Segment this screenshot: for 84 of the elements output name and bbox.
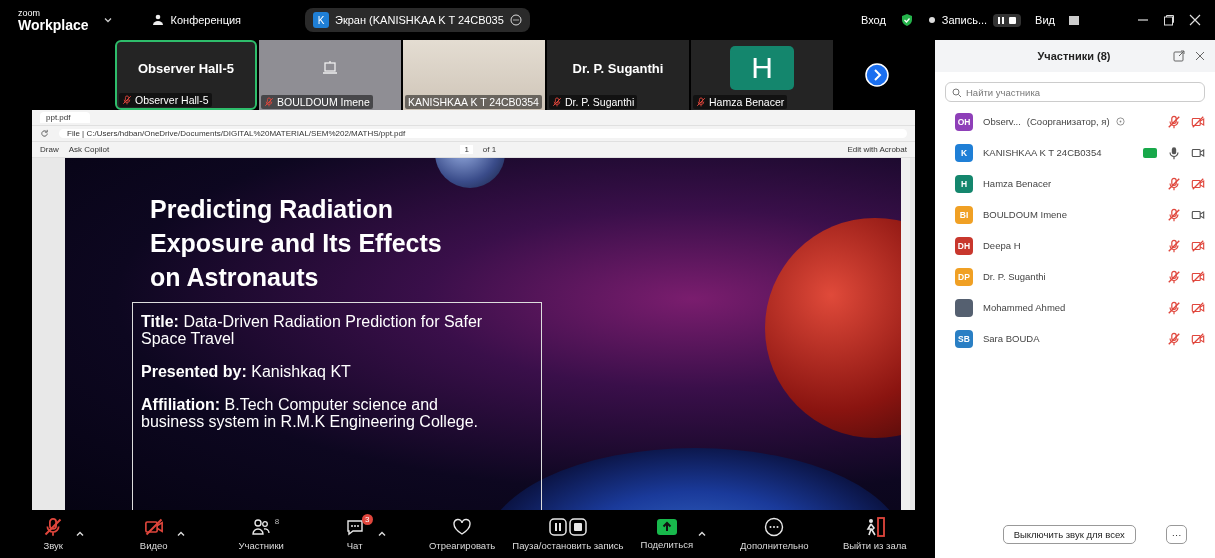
tile-label: BOULDOUM Imene xyxy=(277,96,370,108)
pause-icon[interactable] xyxy=(997,15,1006,25)
reload-icon[interactable] xyxy=(40,129,49,138)
tile-label: Dr. P. Suganthi xyxy=(565,96,635,108)
toolbar-button[interactable]: Отреагировать xyxy=(429,517,496,551)
toolbar-button[interactable]: Выйти из зала xyxy=(842,517,907,551)
toolbar-button[interactable]: 3 Чат xyxy=(336,517,373,551)
toolbar-button[interactable]: Поделиться xyxy=(640,518,694,550)
participant-role: (Соорганизатор, я) xyxy=(1026,116,1110,127)
participant-name: KANISHKAA K T 24CB0354 xyxy=(983,147,1102,158)
video-tile[interactable]: KANISHKAA K T 24CB0354 xyxy=(403,40,545,110)
draw-button[interactable]: Draw xyxy=(40,145,59,154)
muted-mic-icon xyxy=(43,517,64,537)
toolbar-button[interactable]: Дополнительно xyxy=(740,517,809,551)
slide-paragraph: Affiliation: B.Tech Computer science and business system in R.M.K Engineering College. xyxy=(141,396,480,430)
caret-icon[interactable] xyxy=(175,529,186,539)
logo-text: zoom xyxy=(18,8,41,18)
participant-name: Sara BOUDA xyxy=(983,333,1040,344)
video-tile[interactable]: Dr. P. Suganthi Dr. P. Suganthi xyxy=(547,40,689,110)
avatar: H xyxy=(955,174,973,193)
signin-link[interactable]: Вход xyxy=(860,14,886,26)
avatar-photo-placeholder xyxy=(955,298,973,317)
toolbar-button[interactable]: Видео xyxy=(135,517,172,551)
slide-paragraph: Title: Data-Driven Radiation Prediction for Safer Space Travel xyxy=(141,313,484,347)
pause-stop-icon xyxy=(548,517,587,537)
video-off-icon xyxy=(143,517,164,537)
panel-title: Участники (8) xyxy=(1036,50,1112,62)
avatar: OH xyxy=(955,112,973,131)
avatar: SB xyxy=(955,329,973,348)
avatar: DH xyxy=(955,236,973,255)
copilot-button[interactable]: Ask Copilot xyxy=(68,145,110,154)
shield-icon xyxy=(899,13,914,27)
heart-icon xyxy=(452,517,473,537)
avatar: DP xyxy=(955,267,973,286)
view-button[interactable]: Вид xyxy=(1035,14,1055,26)
participant-name: BOULDOUM Imene xyxy=(983,209,1067,220)
participant-name: Observ... xyxy=(983,116,1021,127)
logo-text: Workplace xyxy=(18,17,89,32)
more-icon xyxy=(764,517,785,537)
avatar: BI xyxy=(955,205,973,224)
restore-icon[interactable] xyxy=(1163,14,1175,26)
participant-name: Deepa H xyxy=(983,240,1021,251)
slide-title: Predicting Radiation Exposure and Its Effects on Astronauts xyxy=(150,194,443,293)
video-tile[interactable]: BOULDOUM Imene xyxy=(259,40,401,110)
video-tile[interactable]: H Hamza Benacer xyxy=(691,40,833,110)
caret-icon[interactable] xyxy=(376,529,387,539)
stop-icon[interactable] xyxy=(1008,15,1018,25)
slide-paragraph: Presented by: Kanishkaq KT xyxy=(141,363,352,380)
toolbar-button[interactable]: 8 Участники xyxy=(238,517,284,551)
share-screen-icon xyxy=(655,518,678,536)
more-button[interactable]: ··· xyxy=(1165,524,1188,544)
recording-status: Запись... xyxy=(941,14,988,26)
participant-name: Hamza Benacer xyxy=(983,178,1052,189)
toolbar-button[interactable]: Звук xyxy=(35,517,72,551)
meeting-label: Конференция xyxy=(170,14,242,26)
address-bar[interactable]: File | C:/Users/hdban/OneDrive/Documents/DIGITAL%20MATERIAL/SEM%202/MATHS/ppt.pdf xyxy=(59,129,907,138)
scrollbar[interactable] xyxy=(901,158,910,510)
tile-label: KANISHKAA K T 24CB0354 xyxy=(408,96,539,108)
mute-all-button[interactable]: Выключить звук для всех xyxy=(1002,524,1136,544)
page-total: of 1 xyxy=(482,145,497,154)
next-page-icon[interactable] xyxy=(865,63,889,87)
toolbar-button[interactable]: Пауза/остановить запись xyxy=(512,517,624,551)
participant-name: Dr. P. Suganthi xyxy=(983,271,1046,282)
tile-label: Observer Hall-5 xyxy=(135,94,209,106)
search-icon xyxy=(952,88,962,98)
acrobat-button[interactable]: Edit with Acrobat xyxy=(847,145,907,154)
pop-out-icon[interactable] xyxy=(1173,50,1185,62)
tile-name: Observer Hall-5 xyxy=(137,60,235,76)
caret-icon[interactable] xyxy=(697,529,708,539)
chat-icon xyxy=(344,517,365,537)
chevron-down-icon[interactable] xyxy=(102,15,113,25)
caret-icon[interactable] xyxy=(75,529,86,539)
video-tile[interactable]: Observer Hall-5 Observer Hall-5 xyxy=(115,40,257,110)
tile-label: Hamza Benacer xyxy=(709,96,785,108)
more-icon xyxy=(509,14,522,26)
page-number-field[interactable]: 1 xyxy=(460,145,473,154)
tile-name: Dr. P. Suganthi xyxy=(572,60,664,76)
participant-name: Mohammed Ahmed xyxy=(983,302,1066,313)
avatar: K xyxy=(955,143,973,162)
screen-share-pill[interactable]: K Экран (KANISHKAA K T 24CB035 xyxy=(305,8,530,32)
search-field[interactable]: Найти участника xyxy=(945,82,1205,102)
avatar: H xyxy=(730,46,794,90)
recording-dot-icon xyxy=(927,16,936,24)
browser-tab[interactable]: ppt.pdf xyxy=(40,112,91,123)
